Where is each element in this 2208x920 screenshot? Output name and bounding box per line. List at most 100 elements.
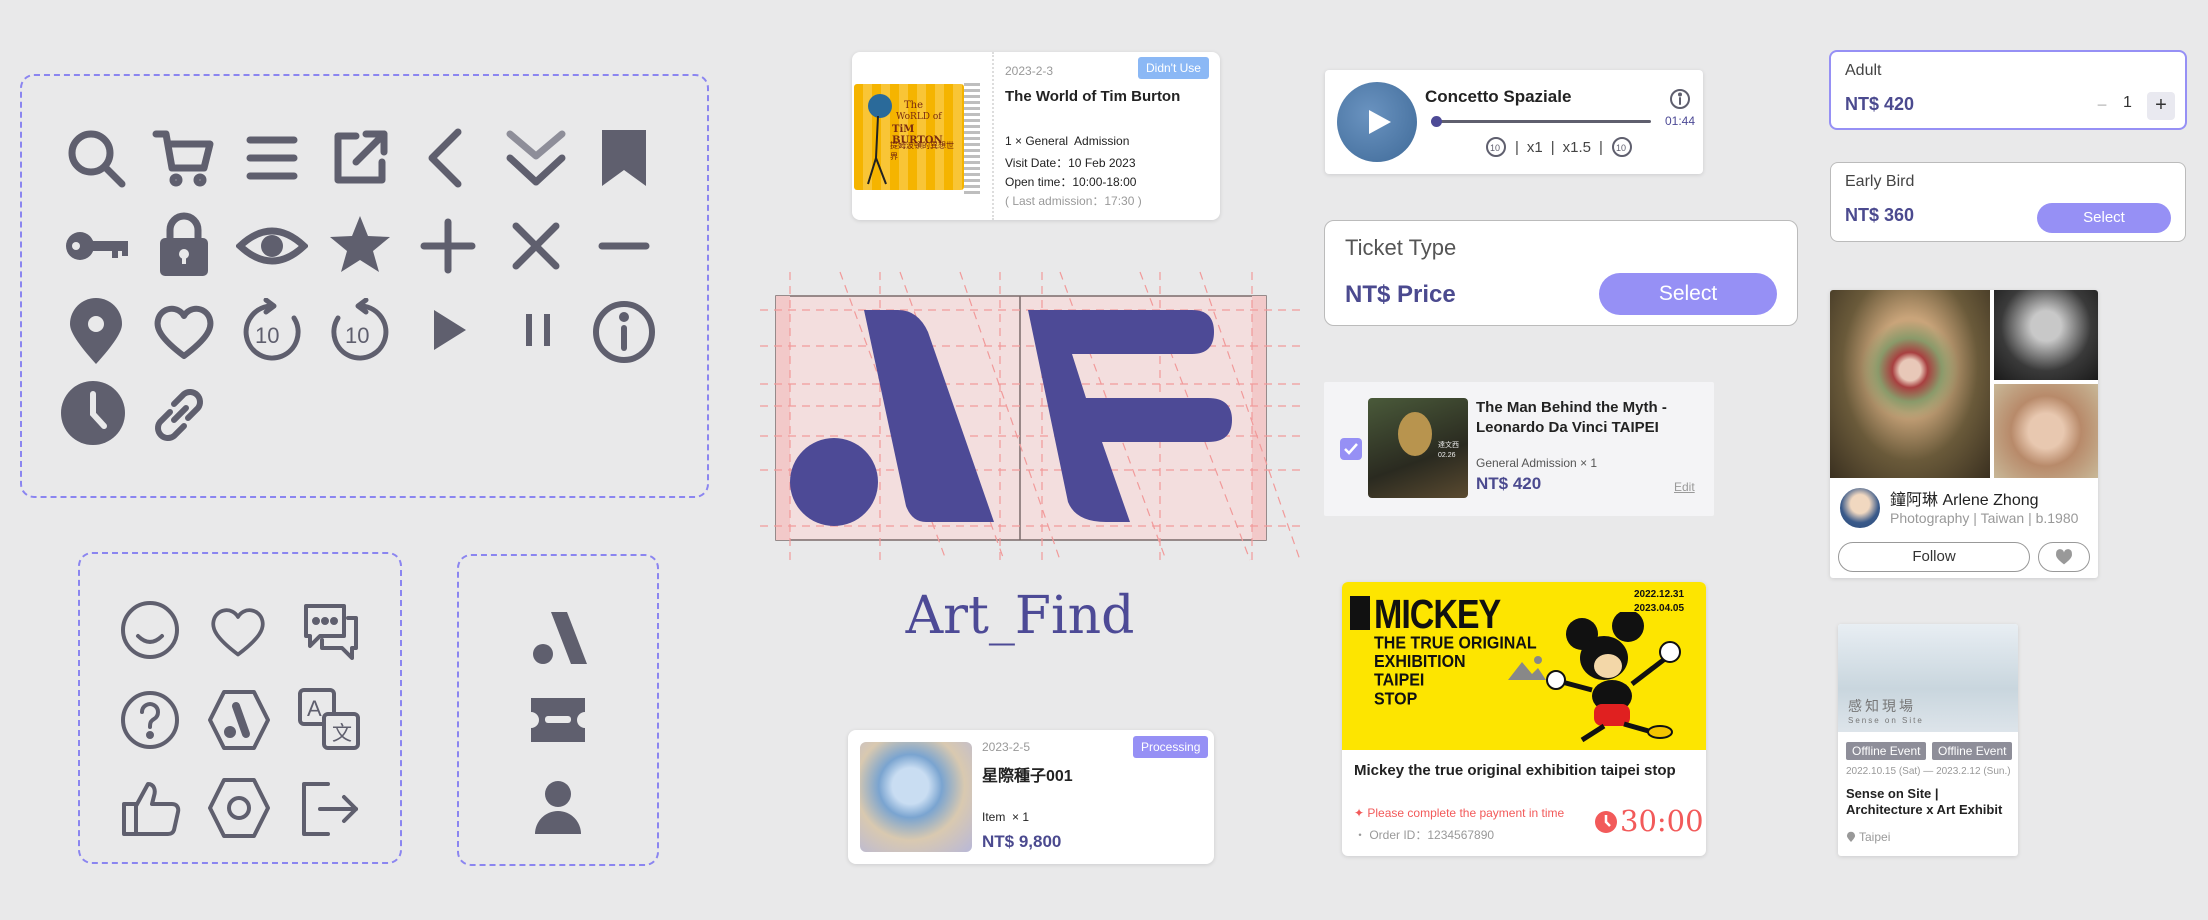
event-location: Taipei (1846, 830, 1890, 844)
favorite-button[interactable] (2038, 542, 2090, 572)
artist-card[interactable]: 鐘阿琳 Arlene Zhong Photography | Taiwan | … (1830, 290, 2098, 578)
poster-text-mid: WoRLD of (896, 112, 942, 122)
event-poster: MICKEY THE TRUE ORIGINAL EXHIBITION TAIP… (1342, 582, 1706, 750)
artist-birth: b.1980 (2035, 510, 2079, 526)
cart-item-ticket: General Admission × 1 (1476, 456, 1597, 470)
ticket-selector-early-bird[interactable]: Early Bird NT$ 360 Select (1830, 162, 2186, 242)
cart-item[interactable]: 達文西 02.26 The Man Behind the Myth - Leon… (1324, 382, 1714, 516)
external-link-icon (334, 130, 388, 184)
artwork-sculpture (1994, 290, 2098, 380)
open-time: Open time：10:00-18:00 (1005, 175, 1137, 189)
heart-icon (2056, 549, 2072, 565)
thumb-text-2: 02.26 (1438, 452, 1456, 459)
bookmark-icon (602, 130, 646, 186)
artwork-bouquet (1994, 384, 2098, 478)
poster-line-1: THE TRUE ORIGINAL (1374, 634, 1537, 653)
poster-text-top: The (904, 100, 924, 111)
ticket-stub (964, 80, 980, 194)
poster-date-start: 2022.12.31 (1634, 589, 1685, 600)
checkbox-checked[interactable] (1340, 438, 1362, 460)
user-icon (535, 781, 581, 834)
cart-icon (152, 130, 214, 187)
svg-text:文: 文 (332, 722, 352, 745)
minus-icon (598, 242, 650, 250)
forward-10-icon[interactable]: 10 (1611, 136, 1633, 158)
info-icon[interactable] (1669, 88, 1691, 110)
eye-icon (236, 227, 308, 265)
event-date-end: 2023.2.12 (Sun.) (1936, 766, 2011, 777)
lock-icon (160, 212, 208, 276)
product-price: NT$ 9,800 (982, 832, 1062, 851)
divider: | (1973, 510, 1977, 526)
ticket-selector-adult[interactable]: Adult NT$ 420 − 1 + (1829, 50, 2187, 130)
close-icon (512, 222, 560, 270)
ticket-name: General Admission (1476, 456, 1577, 470)
plus-button[interactable]: + (2147, 92, 2175, 120)
svg-text:10: 10 (1490, 143, 1500, 153)
visit-date: Visit Date：10 Feb 2023 (1005, 156, 1136, 170)
audio-progress-track[interactable] (1431, 120, 1651, 123)
svg-text:10: 10 (345, 323, 369, 348)
audio-time: 01:44 (1665, 114, 1696, 128)
event-location-text: Taipei (1859, 830, 1891, 844)
event-poster: 感知現場 Sense on Site (1838, 624, 2018, 732)
thumb-text-1: 達文西 (1438, 442, 1459, 449)
cart-item-title: The Man Behind the Myth - Leonardo Da Vi… (1476, 399, 1667, 436)
ticket-price: NT$ 420 (1845, 94, 1915, 114)
select-button[interactable]: Select (1599, 273, 1777, 315)
payment-card[interactable]: MICKEY THE TRUE ORIGINAL EXHIBITION TAIP… (1342, 582, 1706, 856)
cart-thumbnail: 達文西 02.26 (1368, 398, 1468, 498)
follow-button[interactable]: Follow (1838, 542, 2030, 572)
check-icon (1344, 443, 1358, 455)
flower-detail (1860, 320, 1960, 420)
speed-x1[interactable]: x1 (1527, 139, 1543, 156)
forward-10-icon: 10 (331, 298, 389, 361)
location-pin-icon (1846, 831, 1856, 842)
search-icon (68, 130, 126, 188)
audio-progress-knob[interactable] (1431, 116, 1443, 127)
chat-icon (304, 604, 358, 660)
play-icon (1369, 110, 1391, 134)
audio-title: Concetto Spaziale (1425, 87, 1572, 106)
select-button[interactable]: Select (2037, 203, 2171, 233)
cart-item-price: NT$ 420 (1476, 474, 1542, 493)
thumbs-up-icon (122, 782, 181, 836)
poster-title-en: Sense on Site (1848, 716, 1924, 725)
ticket-quantity: × 1 (1580, 456, 1598, 470)
info-icon (593, 301, 655, 363)
minus-button[interactable]: − (2089, 92, 2115, 118)
hex-logo-icon (208, 690, 270, 750)
poster-text-cn: 提姆波頓的異想世界 (890, 141, 954, 161)
star-icon (330, 216, 390, 272)
edit-link[interactable]: Edit (1674, 480, 1695, 494)
poster-title-cn: 感知現場 (1848, 698, 1916, 714)
svg-text:10: 10 (255, 323, 279, 348)
poster-figure (867, 94, 892, 185)
speed-x1-5[interactable]: x1.5 (1563, 139, 1591, 156)
order-id: ・ Order ID：1234567890 (1354, 828, 1495, 842)
heart-icon (154, 305, 214, 359)
audio-play-button[interactable] (1337, 82, 1417, 162)
mickey-illustration (1546, 612, 1681, 743)
icon-set-panel: 10 10 (20, 74, 709, 498)
poster-thumbnail: The WoRLD of TiM BURTON 提姆波頓的異想世界 (854, 84, 964, 190)
menu-icon (246, 136, 298, 180)
ticket-order-card[interactable]: The WoRLD of TiM BURTON 提姆波頓的異想世界 2023-2… (852, 52, 1220, 220)
ticket-title: The World of Tim Burton (1005, 88, 1181, 105)
event-title: Sense on Site | Architecture x Art Exhib… (1846, 786, 2003, 817)
product-order-card[interactable]: 2023-2-5 Processing 星際種子001 Item × 1 NT$… (848, 730, 1214, 864)
order-date: 2023-2-5 (982, 740, 1031, 754)
svg-text:10: 10 (1616, 143, 1626, 153)
clock-icon (1595, 811, 1617, 833)
nav-icon-panel (457, 554, 659, 866)
key-icon (66, 232, 128, 260)
replay-10-icon[interactable]: 10 (1485, 136, 1507, 158)
logout-icon (302, 782, 358, 836)
event-card[interactable]: 感知現場 Sense on Site Offline Event Offline… (1838, 624, 2018, 856)
link-icon (155, 389, 203, 441)
artist-field: Photography (1890, 510, 1970, 526)
ticket-type-label: Ticket Type (1345, 235, 1457, 260)
ticket-type-price: NT$ Price (1345, 281, 1456, 308)
logo-nav-icon (533, 612, 587, 664)
secondary-icon-panel: A文 (78, 552, 402, 864)
